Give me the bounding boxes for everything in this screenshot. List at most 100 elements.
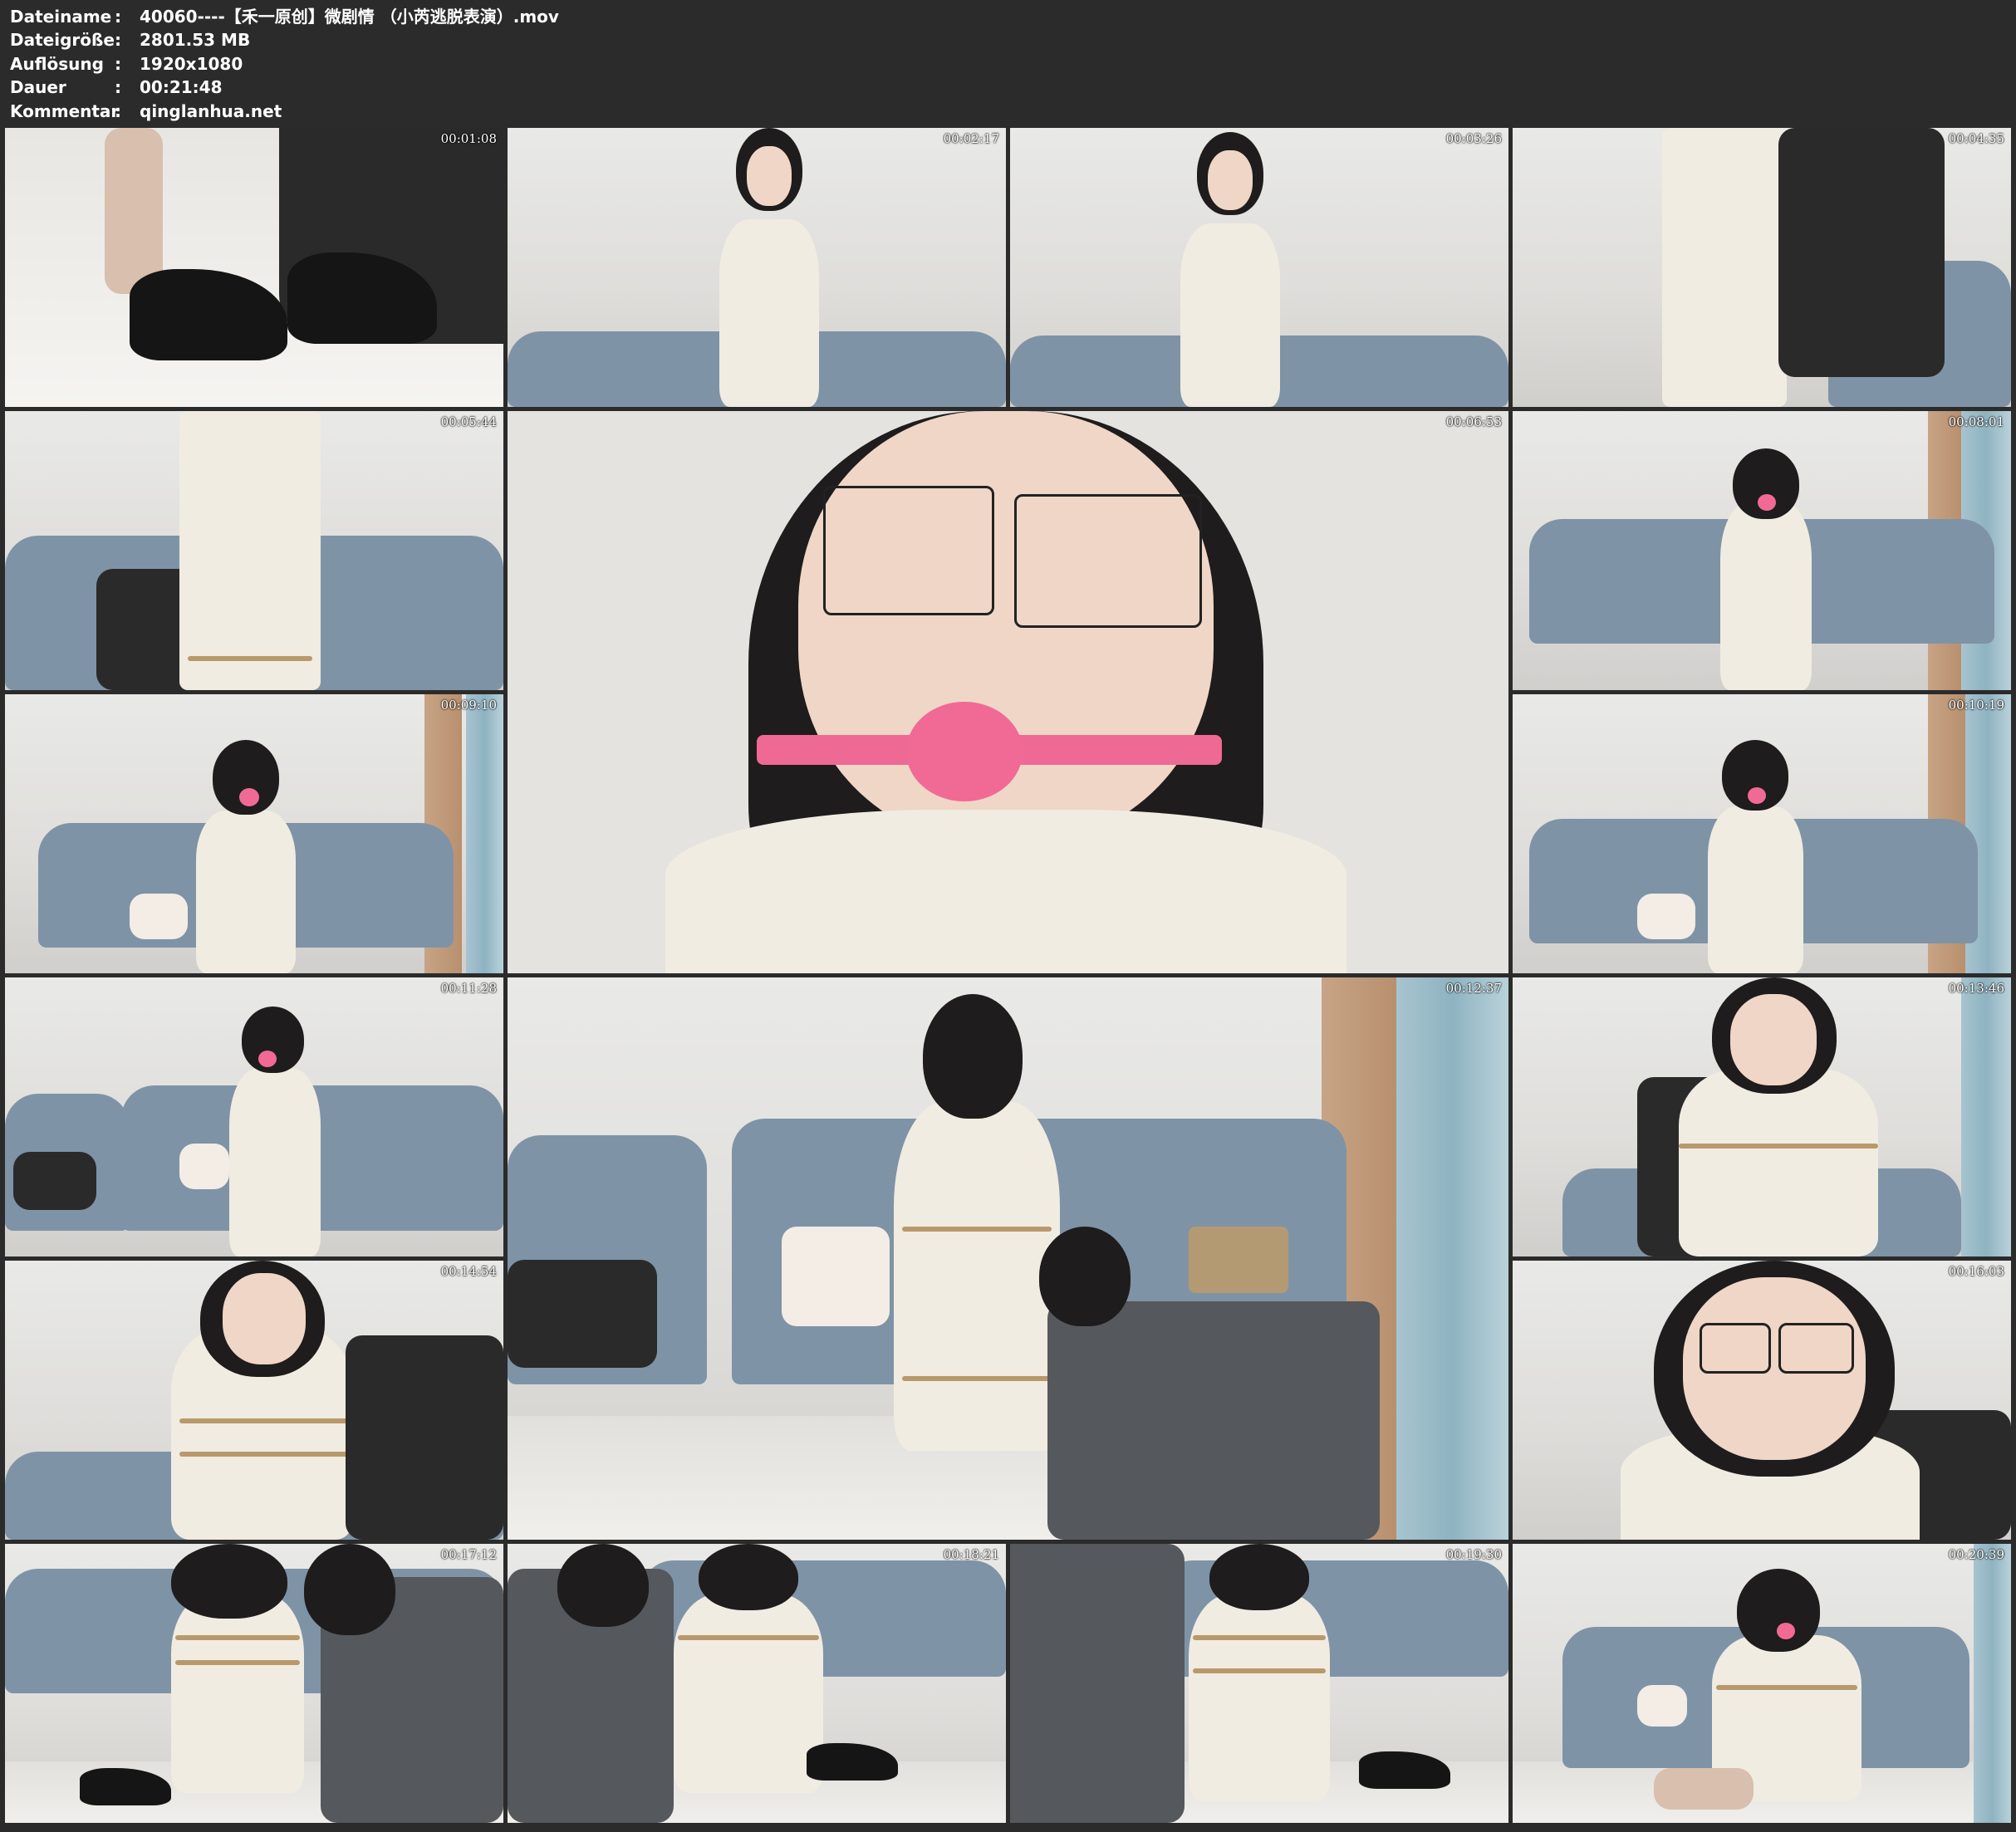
thumbnail-timestamp: 00:13:46 <box>1948 981 2004 996</box>
scene-rope <box>175 1660 300 1665</box>
scene-dress <box>665 810 1346 973</box>
thumbnail-timestamp: 00:10:19 <box>1948 698 2004 713</box>
scene-gag-ball <box>906 702 1023 801</box>
thumbnail-timestamp: 00:02:17 <box>943 131 999 146</box>
thumbnail-timestamp: 00:03:26 <box>1445 131 1502 146</box>
scene-rope <box>175 1635 300 1640</box>
scene-rope <box>902 1227 1052 1232</box>
scene-head <box>304 1544 395 1635</box>
thumbnail-timestamp: 00:20:39 <box>1948 1547 2004 1562</box>
thumbnail[interactable]: 00:08:01 <box>1513 411 2011 690</box>
scene-dress <box>719 219 819 407</box>
scene-pillow <box>179 1144 229 1189</box>
scene-rope <box>1193 1635 1326 1640</box>
scene-dress <box>1708 806 1803 973</box>
scene-dress <box>674 1594 823 1793</box>
thumbnail[interactable]: 00:13:46 <box>1513 977 2011 1256</box>
thumbnail-timestamp: 00:12:37 <box>1445 981 1502 996</box>
scene-gag-ball <box>1748 787 1766 804</box>
scene-person-dark <box>346 1335 503 1540</box>
scene-glasses <box>1014 494 1202 628</box>
scene-glasses <box>1700 1323 1771 1374</box>
thumbnail-large[interactable]: 00:06:53 <box>508 411 1508 973</box>
thumbnail[interactable]: 00:11:28 <box>5 977 503 1256</box>
scene-dress <box>894 1102 1060 1451</box>
scene-face <box>223 1273 306 1364</box>
thumbnail[interactable]: 00:14:54 <box>5 1261 503 1540</box>
scene-rope <box>179 1418 354 1423</box>
thumbnail-grid: 00:01:08 00:02:17 00:03:26 00:04:35 00:0… <box>0 0 2016 1832</box>
scene-head <box>1209 1544 1309 1610</box>
scene-leg <box>1654 1768 1754 1810</box>
scene-pillow <box>782 1227 890 1326</box>
thumbnail-timestamp: 00:19:30 <box>1445 1547 1502 1562</box>
thumbnail-timestamp: 00:08:01 <box>1948 414 2004 429</box>
scene-dress <box>1180 223 1280 407</box>
scene-rope <box>188 656 312 661</box>
scene-face <box>747 146 792 206</box>
thumbnail-timestamp: 00:11:28 <box>440 981 497 996</box>
scene-rope <box>1716 1685 1857 1690</box>
scene-bag <box>1189 1227 1288 1293</box>
thumbnail[interactable]: 00:09:10 <box>5 694 503 973</box>
scene-head <box>923 994 1023 1119</box>
scene-gag-ball <box>1758 494 1776 511</box>
scene-face <box>1208 150 1253 210</box>
scene-person-grey <box>1047 1301 1380 1540</box>
thumbnail[interactable]: 00:16:03 <box>1513 1261 2011 1540</box>
thumbnail[interactable]: 00:18:21 <box>508 1544 1006 1823</box>
scene-dress <box>1662 128 1787 407</box>
scene-head <box>171 1544 287 1619</box>
scene-head <box>699 1544 798 1610</box>
scene-person-dark <box>1778 128 1945 377</box>
scene-rope <box>902 1376 1052 1381</box>
thumbnail-timestamp: 00:01:08 <box>440 131 497 146</box>
scene-dress <box>196 811 296 973</box>
thumbnail[interactable]: 00:03:26 <box>1010 128 1508 407</box>
scene-dress <box>229 1069 321 1256</box>
thumbnail[interactable]: 00:17:12 <box>5 1544 503 1823</box>
scene-glasses <box>1778 1323 1854 1374</box>
thumbnail[interactable]: 00:19:30 <box>1010 1544 1508 1823</box>
thumbnail[interactable]: 00:10:19 <box>1513 694 2011 973</box>
scene-jacket <box>13 1152 96 1210</box>
thumbnail[interactable]: 00:05:44 <box>5 411 503 690</box>
scene-dress <box>171 1594 304 1793</box>
scene-curtain <box>1961 977 2011 1256</box>
scene-pillow <box>1637 1685 1687 1727</box>
thumbnail-timestamp: 00:04:35 <box>1948 131 2004 146</box>
scene-rope <box>678 1635 819 1640</box>
thumbnail-timestamp: 00:09:10 <box>440 698 497 713</box>
thumbnail-timestamp: 00:05:44 <box>440 414 497 429</box>
scene-pillow <box>1637 894 1695 939</box>
scene-dress <box>1679 1069 1878 1256</box>
scene-head <box>557 1544 649 1627</box>
scene-jacket <box>508 1260 657 1368</box>
scene-curtain <box>466 694 503 973</box>
scene-dress <box>1189 1594 1330 1801</box>
thumbnail-timestamp: 00:18:21 <box>943 1547 999 1562</box>
thumbnail-timestamp: 00:16:03 <box>1948 1264 2004 1279</box>
scene-gag-ball <box>239 788 259 806</box>
scene-head <box>1737 1569 1820 1652</box>
scene-pillow <box>130 894 188 939</box>
scene-head <box>1039 1227 1131 1326</box>
scene-curtain <box>1396 977 1508 1540</box>
scene-glasses <box>823 486 994 615</box>
scene-person-grey <box>1010 1544 1185 1823</box>
thumbnail-timestamp: 00:17:12 <box>440 1547 497 1562</box>
scene-gag-ball <box>1777 1623 1795 1639</box>
scene-dress <box>1720 502 1812 690</box>
thumbnail-large[interactable]: 00:12:37 <box>508 977 1508 1540</box>
thumbnail[interactable]: 00:02:17 <box>508 128 1006 407</box>
scene-rope <box>1679 1144 1878 1149</box>
scene-gag-ball <box>258 1051 277 1067</box>
scene-dress <box>179 411 321 690</box>
thumbnail[interactable]: 00:01:08 <box>5 128 503 407</box>
scene-face <box>1730 994 1817 1085</box>
scene-rope <box>1193 1668 1326 1673</box>
thumbnail[interactable]: 00:20:39 <box>1513 1544 2011 1823</box>
thumbnail-timestamp: 00:06:53 <box>1445 414 1502 429</box>
thumbnail-timestamp: 00:14:54 <box>440 1264 497 1279</box>
thumbnail[interactable]: 00:04:35 <box>1513 128 2011 407</box>
